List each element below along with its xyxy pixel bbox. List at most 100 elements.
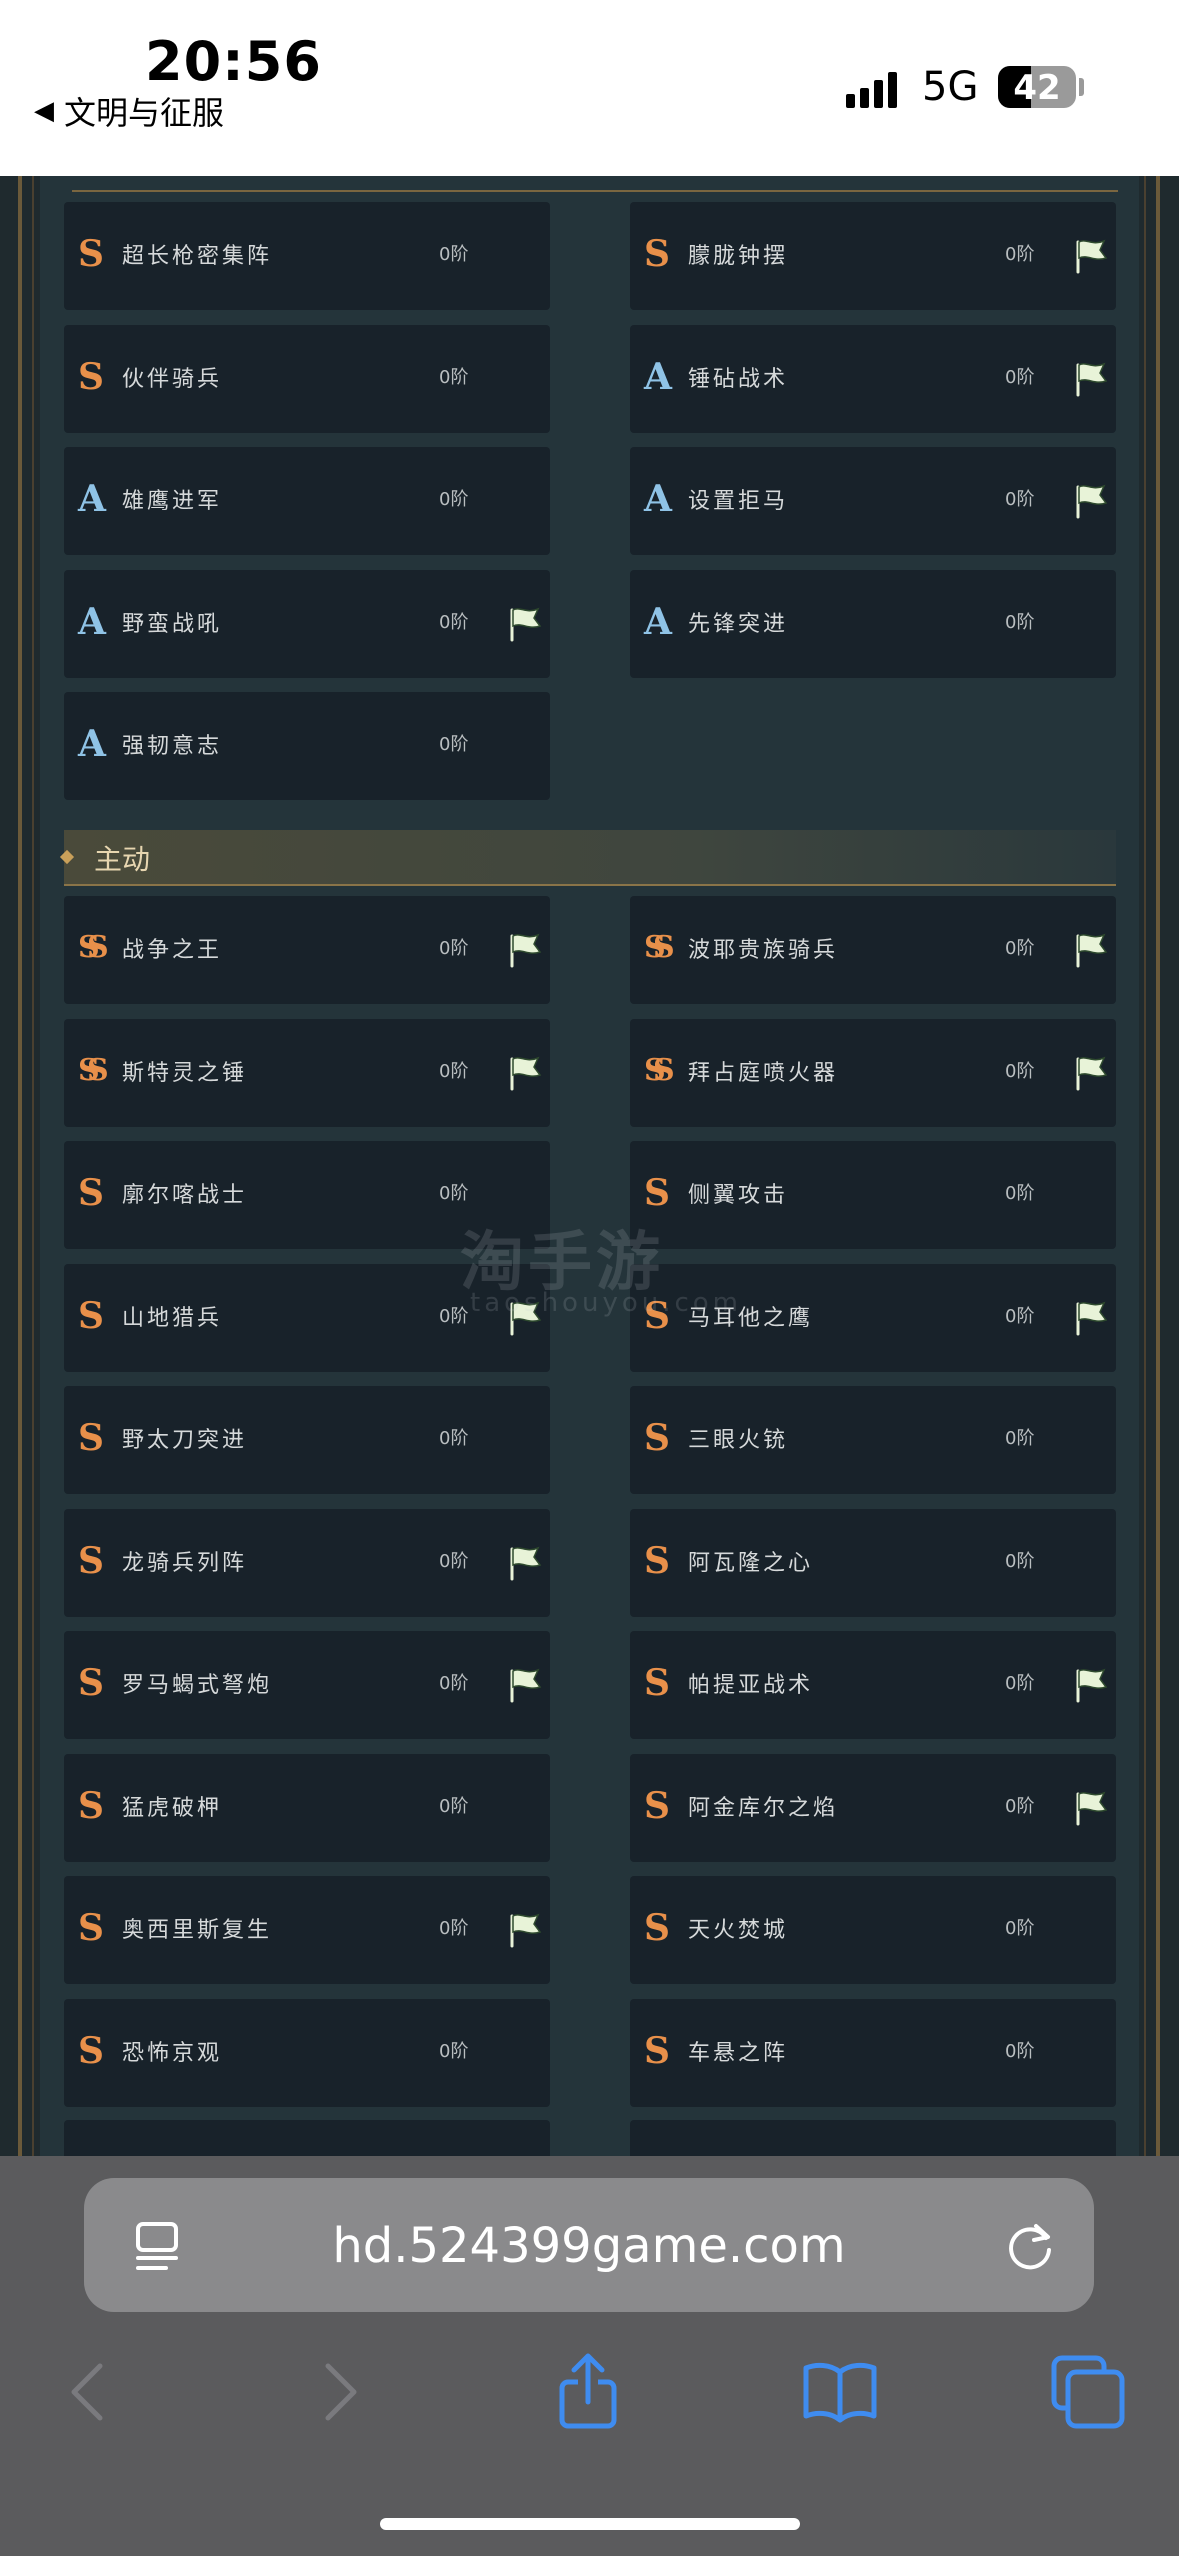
grade-badge: S: [644, 1784, 670, 1827]
flag-icon: [1076, 239, 1108, 274]
url-text: hd.524399game.com: [332, 2218, 846, 2274]
skill-level: 0阶: [439, 244, 469, 265]
skill-name: 车悬之阵: [688, 2040, 789, 2066]
skill-card[interactable]: S 阿金库尔之焰 0阶: [630, 1753, 1116, 1862]
back-to-app-link[interactable]: ◀ 文明与征服: [34, 88, 224, 134]
skill-card[interactable]: S 野太刀突进 0阶: [64, 1386, 550, 1494]
skill-name: 帕提亚战术: [688, 1673, 814, 1698]
grade-badge: S: [78, 355, 104, 398]
grade-badge: S: [644, 2029, 670, 2072]
grade-badge: SS: [78, 930, 108, 965]
skill-card[interactable]: S 猛虎破柙 0阶: [64, 1753, 550, 1862]
home-indicator[interactable]: [380, 2518, 800, 2530]
skill-card[interactable]: S 罗马蝎式弩炮 0阶: [64, 1631, 550, 1739]
skill-name: 山地猎兵: [122, 1305, 223, 1331]
skill-card[interactable]: S 侧翼攻击 0阶: [630, 1141, 1116, 1249]
share-icon[interactable]: [548, 2352, 628, 2432]
skill-name: 恐怖京观: [122, 2040, 223, 2066]
flag-icon: [510, 1668, 542, 1703]
grade-badge: S: [644, 1172, 670, 1214]
skill-card[interactable]: A 雄鹰进军 0阶: [64, 447, 550, 555]
skill-card[interactable]: S 天火焚城 0阶: [630, 1876, 1116, 1984]
right-border-rail-inner: [1144, 176, 1146, 2156]
grade-badge: A: [644, 600, 672, 643]
skill-level: 0阶: [1005, 1428, 1035, 1449]
skill-card[interactable]: A 强韧意志 0阶: [64, 692, 550, 800]
skill-card-partial[interactable]: [64, 2120, 550, 2156]
flag-icon: [1076, 1791, 1108, 1825]
skill-card[interactable]: S 恐怖京观 0阶: [64, 1998, 550, 2107]
grade-badge: S: [644, 1662, 670, 1704]
skill-level: 0阶: [1005, 244, 1035, 265]
skill-level: 0阶: [439, 1183, 469, 1204]
right-border-rail: [1156, 176, 1160, 2156]
skill-name: 奥西里斯复生: [122, 1918, 273, 1943]
bookmarks-icon[interactable]: [800, 2352, 880, 2432]
skill-level: 0阶: [1005, 489, 1035, 510]
skill-level: 0阶: [1005, 938, 1035, 959]
skill-name: 朦胧钟摆: [688, 244, 789, 269]
skill-name: 战争之王: [122, 938, 223, 963]
forward-arrow-icon[interactable]: [300, 2352, 380, 2432]
skill-card[interactable]: S 朦胧钟摆 0阶: [630, 202, 1116, 310]
grade-badge: S: [78, 233, 104, 275]
flag-icon: [1076, 1668, 1108, 1703]
skill-card[interactable]: S 奥西里斯复生 0阶: [64, 1876, 550, 1984]
skill-name: 猛虎破柙: [122, 1795, 223, 1821]
grade-badge: A: [644, 478, 672, 520]
skill-card[interactable]: S 阿瓦隆之心 0阶: [630, 1508, 1116, 1617]
skill-card[interactable]: A 野蛮战吼 0阶: [64, 569, 550, 678]
flag-icon: [1076, 484, 1108, 519]
skill-level: 0阶: [439, 366, 469, 388]
skill-card[interactable]: SS 斯特灵之锤 0阶: [64, 1018, 550, 1127]
grade-badge: S: [78, 1172, 104, 1214]
flag-icon: [1076, 1056, 1108, 1090]
grade-badge: S: [78, 1662, 104, 1704]
skill-name: 阿瓦隆之心: [688, 1550, 814, 1576]
skill-name: 罗马蝎式弩炮: [122, 1673, 273, 1698]
back-app-label: 文明与征服: [64, 94, 225, 132]
back-arrow-icon[interactable]: [48, 2352, 128, 2432]
skill-level: 0阶: [439, 1795, 469, 1817]
address-bar[interactable]: hd.524399game.com: [84, 2178, 1094, 2312]
skill-level: 0阶: [1005, 1550, 1035, 1572]
game-content[interactable]: S 超长枪密集阵 0阶 S 朦胧钟摆 0阶 S 伙伴骑兵 0阶 A 锤砧战术 0阶 A 雄鹰进军 0阶 A 设置…: [0, 176, 1179, 2156]
skill-name: 强韧意志: [122, 734, 223, 759]
skill-level: 0阶: [1005, 366, 1035, 388]
flag-icon: [510, 933, 542, 968]
skill-name: 超长枪密集阵: [122, 244, 273, 269]
skill-card[interactable]: A 设置拒马 0阶: [630, 447, 1116, 555]
skill-card[interactable]: A 锤砧战术 0阶: [630, 324, 1116, 433]
skill-card[interactable]: S 三眼火铳 0阶: [630, 1386, 1116, 1494]
skill-card[interactable]: A 先锋突进 0阶: [630, 569, 1116, 678]
skill-level: 0阶: [1005, 611, 1035, 633]
skill-card[interactable]: S 超长枪密集阵 0阶: [64, 202, 550, 310]
skill-card[interactable]: S 龙骑兵列阵 0阶: [64, 1508, 550, 1617]
skill-card[interactable]: S 帕提亚战术 0阶: [630, 1631, 1116, 1739]
flag-icon: [1076, 1301, 1108, 1335]
grade-badge: S: [78, 1784, 104, 1827]
grade-badge: S: [644, 1539, 670, 1582]
skill-name: 雄鹰进军: [122, 489, 223, 514]
skill-level: 0阶: [439, 734, 469, 755]
skill-level: 0阶: [439, 1918, 469, 1939]
skill-name: 拜占庭喷火器: [688, 1060, 839, 1086]
skill-name: 伙伴骑兵: [122, 366, 223, 392]
skill-level: 0阶: [439, 1673, 469, 1694]
skill-card[interactable]: SS 波耶贵族骑兵 0阶: [630, 896, 1116, 1004]
battery-icon: 42: [998, 66, 1076, 108]
skill-card[interactable]: SS 拜占庭喷火器 0阶: [630, 1018, 1116, 1127]
network-label: 5G: [922, 64, 979, 110]
grade-badge: SS: [78, 1052, 108, 1088]
skill-name: 设置拒马: [688, 489, 789, 514]
flag-icon: [510, 1913, 542, 1948]
flag-icon: [1076, 933, 1108, 968]
skill-card-partial[interactable]: [630, 2120, 1116, 2156]
skill-card[interactable]: S 伙伴骑兵 0阶: [64, 324, 550, 433]
skill-level: 0阶: [439, 1060, 469, 1082]
skill-card[interactable]: S 车悬之阵 0阶: [630, 1998, 1116, 2107]
skill-name: 锤砧战术: [688, 366, 789, 392]
reload-icon[interactable]: [1004, 2218, 1058, 2272]
skill-card[interactable]: SS 战争之王 0阶: [64, 896, 550, 1004]
tabs-icon[interactable]: [1048, 2352, 1128, 2432]
